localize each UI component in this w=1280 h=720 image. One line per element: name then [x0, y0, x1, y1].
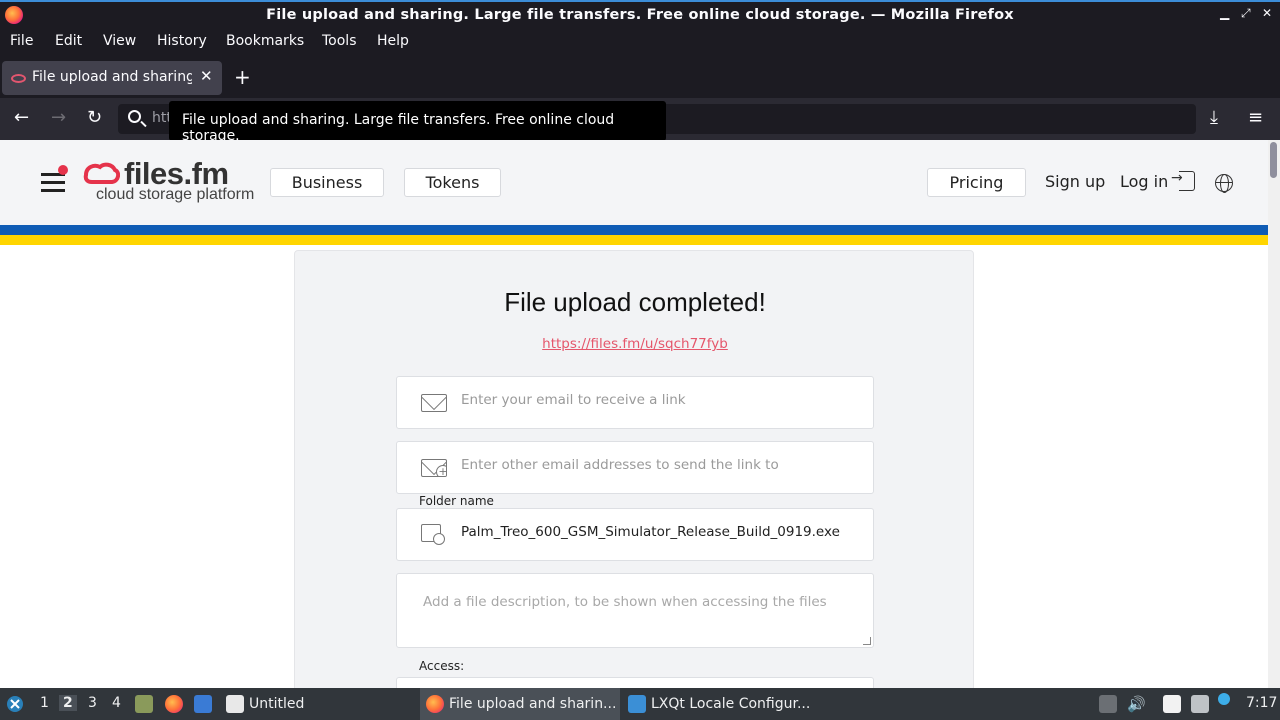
- window-titlebar: File upload and sharing. Large file tran…: [0, 0, 1280, 30]
- desktop-icon[interactable]: [194, 695, 212, 713]
- tab-close-icon[interactable]: ✕: [200, 67, 213, 85]
- clipboard-icon[interactable]: [1163, 695, 1181, 713]
- desktop-1[interactable]: 1: [40, 695, 49, 711]
- hamburger-menu-icon[interactable]: [41, 165, 68, 192]
- menu-tools[interactable]: Tools: [322, 33, 357, 49]
- task-firefox[interactable]: File upload and sharin...: [420, 688, 620, 720]
- folder-name-label: Folder name: [419, 494, 494, 508]
- app-menu-button[interactable]: ≡: [1248, 107, 1263, 128]
- tab-strip: File upload and sharing. Large ✕ +: [0, 56, 1280, 98]
- search-icon: [128, 110, 141, 123]
- globe-icon[interactable]: [1215, 174, 1233, 193]
- window-title: File upload and sharing. Large file tran…: [266, 7, 1014, 23]
- email-input[interactable]: [461, 392, 861, 408]
- reload-button[interactable]: ↻: [87, 107, 102, 128]
- notification-icon[interactable]: [1218, 693, 1230, 705]
- task-lxqt-locale[interactable]: LXQt Locale Configur...: [624, 688, 824, 720]
- signup-link[interactable]: Sign up: [1045, 172, 1105, 191]
- task-label: Untitled: [249, 696, 305, 712]
- tab-label: File upload and sharing. Large: [32, 69, 192, 85]
- menu-file[interactable]: File: [10, 33, 33, 49]
- menu-bookmarks[interactable]: Bookmarks: [226, 33, 304, 49]
- share-link[interactable]: https://files.fm/u/sqch77fyb: [295, 336, 975, 352]
- task-label: File upload and sharin...: [449, 696, 617, 712]
- upload-complete-card: File upload completed! https://files.fm/…: [294, 250, 974, 688]
- tokens-button[interactable]: Tokens: [404, 168, 501, 197]
- menu-help[interactable]: Help: [377, 33, 409, 49]
- ukraine-stripe-blue: [0, 225, 1268, 235]
- business-button[interactable]: Business: [270, 168, 384, 197]
- scrollbar-thumb[interactable]: [1270, 142, 1277, 178]
- site-header: files.fm cloud storage platform Business…: [0, 140, 1268, 225]
- back-button[interactable]: ←: [14, 107, 29, 128]
- new-tab-button[interactable]: +: [234, 65, 251, 89]
- web-page: files.fm cloud storage platform Business…: [0, 140, 1280, 688]
- menu-history[interactable]: History: [157, 33, 207, 49]
- menu-bar: File Edit View History Bookmarks Tools H…: [0, 30, 1280, 54]
- file-manager-icon[interactable]: [135, 695, 153, 713]
- downloads-button[interactable]: ⤓: [1210, 107, 1218, 128]
- other-emails-field[interactable]: [396, 441, 874, 494]
- folder-icon: [421, 524, 445, 545]
- close-window-button[interactable]: ✕: [1262, 6, 1272, 20]
- task-label: LXQt Locale Configur...: [651, 696, 811, 712]
- start-menu-icon[interactable]: [6, 695, 24, 713]
- text-editor-icon: [226, 695, 244, 713]
- taskbar: 1 2 3 4 Untitled File upload and sharin.…: [0, 688, 1280, 720]
- clock[interactable]: 7:17: [1246, 695, 1277, 711]
- firefox-launcher-icon[interactable]: [165, 695, 183, 713]
- menu-edit[interactable]: Edit: [55, 33, 82, 49]
- files-fm-logo-icon[interactable]: [82, 161, 120, 189]
- email-field[interactable]: [396, 376, 874, 429]
- resize-handle-icon[interactable]: [863, 637, 871, 645]
- description-field[interactable]: [396, 573, 874, 648]
- desktop-2[interactable]: 2: [59, 695, 77, 711]
- desktop-4[interactable]: 4: [112, 695, 121, 711]
- tab-files-fm[interactable]: File upload and sharing. Large ✕: [2, 61, 222, 95]
- login-icon[interactable]: [1171, 170, 1195, 191]
- pricing-button[interactable]: Pricing: [927, 168, 1026, 197]
- other-emails-input[interactable]: [461, 457, 861, 473]
- maximize-button[interactable]: ⤢: [1241, 6, 1251, 21]
- envelope-icon: [421, 394, 447, 412]
- tray-expand-icon[interactable]: [1099, 695, 1117, 713]
- forward-button[interactable]: →: [51, 107, 66, 128]
- network-icon[interactable]: [1191, 695, 1209, 713]
- volume-icon[interactable]: 🔊: [1127, 695, 1146, 713]
- desktop-3[interactable]: 3: [88, 695, 97, 711]
- logo-tagline: cloud storage platform: [96, 186, 255, 203]
- ukraine-stripe-yellow: [0, 235, 1268, 245]
- folder-name-field[interactable]: [396, 508, 874, 561]
- minimize-button[interactable]: ▁: [1220, 6, 1229, 20]
- files-fm-favicon-icon: [11, 74, 26, 83]
- description-textarea[interactable]: [423, 594, 853, 634]
- notification-dot: [58, 165, 68, 175]
- folder-name-input[interactable]: [461, 524, 861, 540]
- envelope-add-icon: [421, 459, 447, 477]
- access-label: Access:: [419, 659, 465, 673]
- locale-config-icon: [628, 695, 646, 713]
- access-select[interactable]: [396, 677, 874, 688]
- page-scrollbar[interactable]: [1268, 140, 1280, 688]
- menu-view[interactable]: View: [103, 33, 136, 49]
- page-title: File upload completed!: [504, 287, 766, 317]
- task-untitled[interactable]: Untitled: [222, 688, 412, 720]
- firefox-task-icon: [426, 695, 444, 713]
- page-title-tooltip: File upload and sharing. Large file tran…: [169, 101, 666, 144]
- login-link[interactable]: Log in: [1120, 172, 1168, 191]
